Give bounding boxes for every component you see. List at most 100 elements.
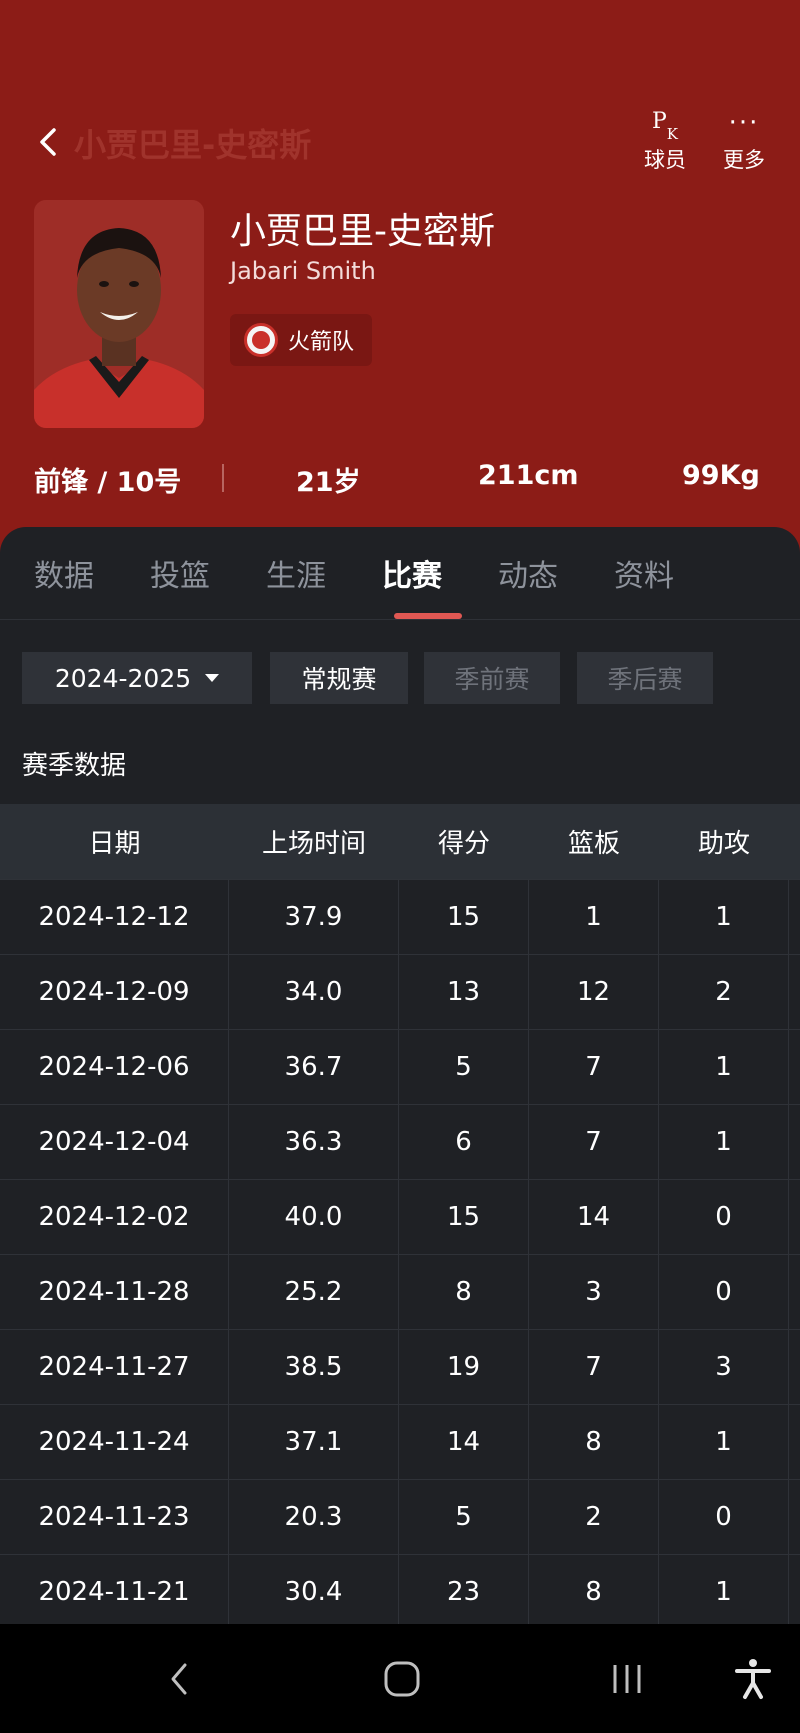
cell-assists: 1 [659,880,789,954]
player-name-cn: 小贾巴里-史密斯 [230,211,495,252]
cell-assists: 0 [659,1480,789,1554]
season-value: 2024-2025 [54,663,192,693]
table-row[interactable]: 2024-11-23 20.3 5 2 0 [0,1479,800,1554]
filter-playoffs[interactable]: 季后赛 [577,652,713,704]
cell-overflow [789,1255,800,1329]
position-number: 前锋 / 10号 [34,467,182,498]
cell-date: 2024-12-09 [0,955,229,1029]
season-dropdown[interactable]: 2024-2025 [22,652,252,704]
cell-date: 2024-12-06 [0,1030,229,1104]
more-button[interactable]: ··· 更多 [709,106,779,174]
cell-points: 15 [399,880,529,954]
cell-minutes: 36.7 [229,1030,399,1104]
cell-date: 2024-11-27 [0,1330,229,1404]
cell-assists: 1 [659,1405,789,1479]
pk-button[interactable]: PK 球员 [630,106,700,174]
cell-rebounds: 7 [529,1330,659,1404]
cell-rebounds: 12 [529,955,659,1029]
cell-overflow [789,1330,800,1404]
table-header: 日期 上场时间 得分 篮板 助攻 [0,804,800,879]
table-row[interactable]: 2024-12-06 36.7 5 7 1 [0,1029,800,1104]
filter-regular-season[interactable]: 常规赛 [270,652,408,704]
cell-date: 2024-12-12 [0,880,229,954]
back-button[interactable] [34,122,64,162]
table-row[interactable]: 2024-12-02 40.0 15 14 0 [0,1179,800,1254]
cell-points: 6 [399,1105,529,1179]
team-tag[interactable]: 火箭队 [230,314,373,366]
cell-assists: 1 [659,1555,789,1624]
cell-minutes: 40.0 [229,1180,399,1254]
header-assists[interactable]: 助攻 [659,804,789,879]
player-header: 小贾巴里-史密斯 PK 球员 ··· 更多 小贾巴里-史密斯 Jabari Sm… [0,0,800,560]
cell-date: 2024-11-28 [0,1255,229,1329]
table-row[interactable]: 2024-11-28 25.2 8 3 0 [0,1254,800,1329]
cell-rebounds: 3 [529,1255,659,1329]
cell-points: 8 [399,1255,529,1329]
cell-points: 14 [399,1405,529,1479]
header-overflow [789,804,800,879]
cell-minutes: 25.2 [229,1255,399,1329]
cell-minutes: 34.0 [229,955,399,1029]
table-row[interactable]: 2024-11-27 38.5 19 7 3 [0,1329,800,1404]
caret-down-icon [205,674,220,682]
cell-minutes: 37.1 [229,1405,399,1479]
game-stats-table: 日期 上场时间 得分 篮板 助攻 2024-12-12 37.9 15 1 1 2024-… [0,804,800,1624]
table-row[interactable]: 2024-12-04 36.3 6 7 1 [0,1104,800,1179]
cell-overflow [789,1030,800,1104]
cell-minutes: 38.5 [229,1330,399,1404]
nav-title: 小贾巴里-史密斯 [74,126,312,164]
table-row[interactable]: 2024-12-09 34.0 13 12 2 [0,954,800,1029]
tab-career[interactable]: 生涯 [266,551,326,595]
cell-rebounds: 8 [529,1555,659,1624]
table-row[interactable]: 2024-11-21 30.4 23 8 1 [0,1554,800,1624]
system-home-icon[interactable] [377,1654,427,1704]
header-rebounds[interactable]: 篮板 [529,804,659,879]
tab-news[interactable]: 动态 [498,551,558,595]
cell-points: 5 [399,1480,529,1554]
cell-rebounds: 1 [529,880,659,954]
pk-icon: PK [651,108,679,144]
tab-divider [0,619,800,620]
chevron-left-icon [40,128,56,156]
header-minutes[interactable]: 上场时间 [229,804,399,879]
cell-rebounds: 7 [529,1105,659,1179]
cell-overflow [789,1405,800,1479]
section-title: 赛季数据 [22,751,127,781]
accessibility-icon[interactable] [728,1654,778,1704]
tab-shooting[interactable]: 投篮 [150,551,210,595]
table-body: 2024-12-12 37.9 15 1 1 2024-12-09 34.0 13 12 2 202… [0,879,800,1624]
cell-date: 2024-12-04 [0,1105,229,1179]
tab-bar: 数据 投篮 生涯 比赛 动态 资料 [0,527,800,619]
pk-label: 球员 [644,148,686,172]
team-logo-icon [244,323,278,357]
tab-data[interactable]: 数据 [34,551,94,595]
cell-points: 23 [399,1555,529,1624]
header-points[interactable]: 得分 [399,804,529,879]
table-row[interactable]: 2024-12-12 37.9 15 1 1 [0,879,800,954]
system-recents-icon[interactable] [602,1654,652,1704]
player-avatar [34,200,204,428]
filter-preseason[interactable]: 季前赛 [424,652,560,704]
system-nav-bar [0,1624,800,1733]
tab-profile[interactable]: 资料 [614,551,674,595]
cell-assists: 0 [659,1180,789,1254]
cell-points: 5 [399,1030,529,1104]
cell-assists: 2 [659,955,789,1029]
player-name-en: Jabari Smith [230,257,376,285]
cell-minutes: 36.3 [229,1105,399,1179]
cell-overflow [789,1180,800,1254]
cell-overflow [789,955,800,1029]
tab-games[interactable]: 比赛 [382,551,442,595]
header-date[interactable]: 日期 [0,804,229,879]
cell-points: 13 [399,955,529,1029]
table-row[interactable]: 2024-11-24 37.1 14 8 1 [0,1404,800,1479]
cell-overflow [789,880,800,954]
cell-rebounds: 8 [529,1405,659,1479]
content-panel: 数据 投篮 生涯 比赛 动态 资料 2024-2025 常规赛 季前赛 季后赛 … [0,527,800,1624]
more-label: 更多 [723,148,765,172]
cell-assists: 1 [659,1105,789,1179]
player-height: 211cm [478,460,579,491]
system-back-icon[interactable] [154,1654,204,1704]
cell-assists: 0 [659,1255,789,1329]
cell-overflow [789,1555,800,1624]
